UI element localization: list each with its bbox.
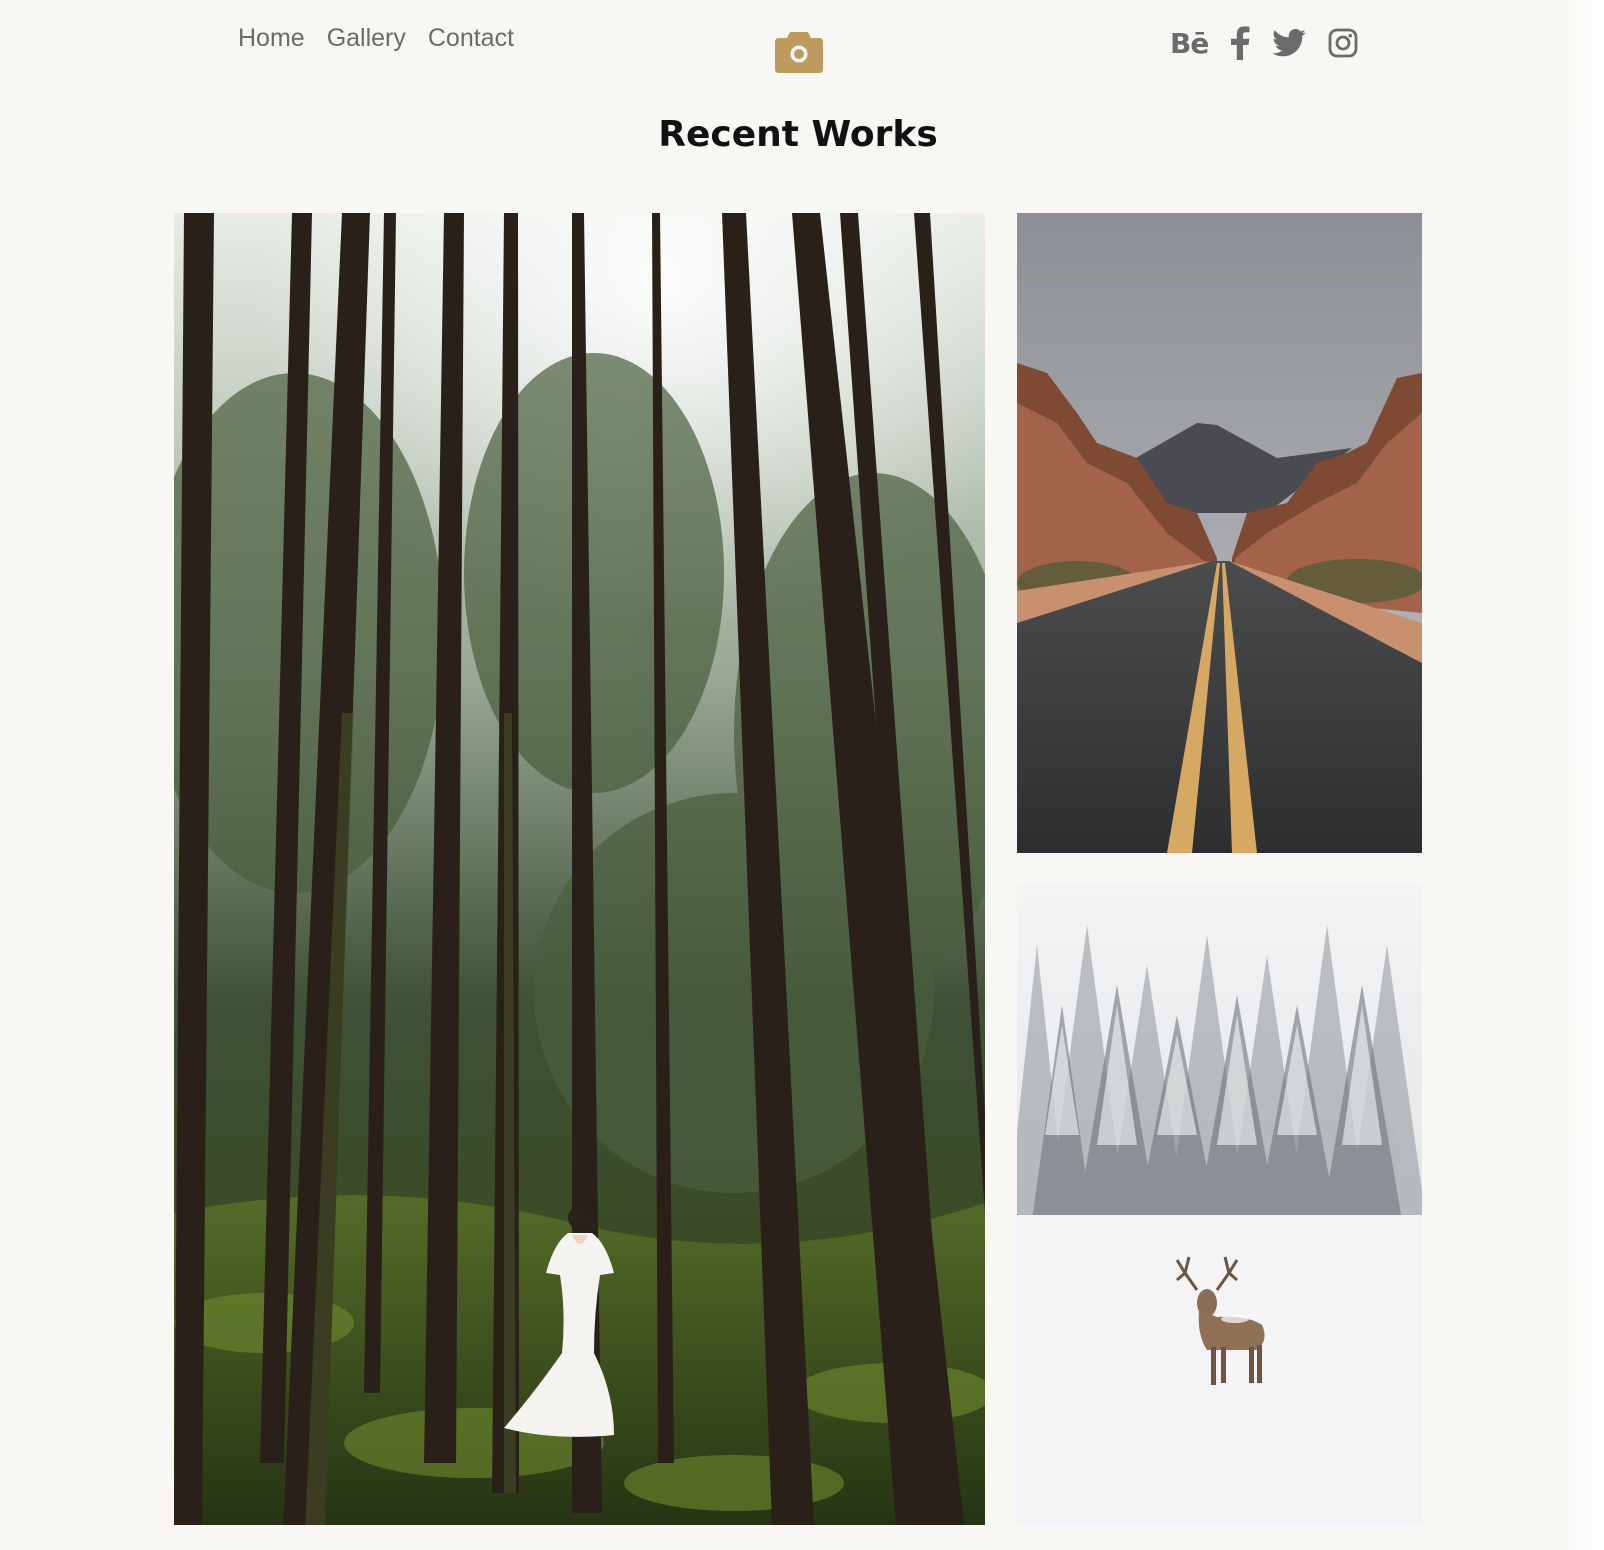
main-nav: Home Gallery Contact <box>238 24 514 53</box>
social-links: Bē <box>1170 24 1358 62</box>
instagram-icon[interactable] <box>1328 24 1358 62</box>
page-edge <box>1558 0 1604 1550</box>
forest-bride-image[interactable] <box>174 213 985 1525</box>
facebook-icon[interactable] <box>1230 24 1250 62</box>
behance-icon[interactable]: Bē <box>1170 24 1209 62</box>
nav-home-link[interactable]: Home <box>238 24 305 53</box>
twitter-icon[interactable] <box>1272 24 1307 62</box>
nav-contact-link[interactable]: Contact <box>428 24 514 53</box>
canyon-road-image[interactable] <box>1017 213 1422 853</box>
section-title: Recent Works <box>658 114 938 155</box>
snow-deer-image[interactable] <box>1017 885 1422 1525</box>
camera-icon[interactable] <box>774 28 824 74</box>
nav-gallery-link[interactable]: Gallery <box>327 24 406 53</box>
